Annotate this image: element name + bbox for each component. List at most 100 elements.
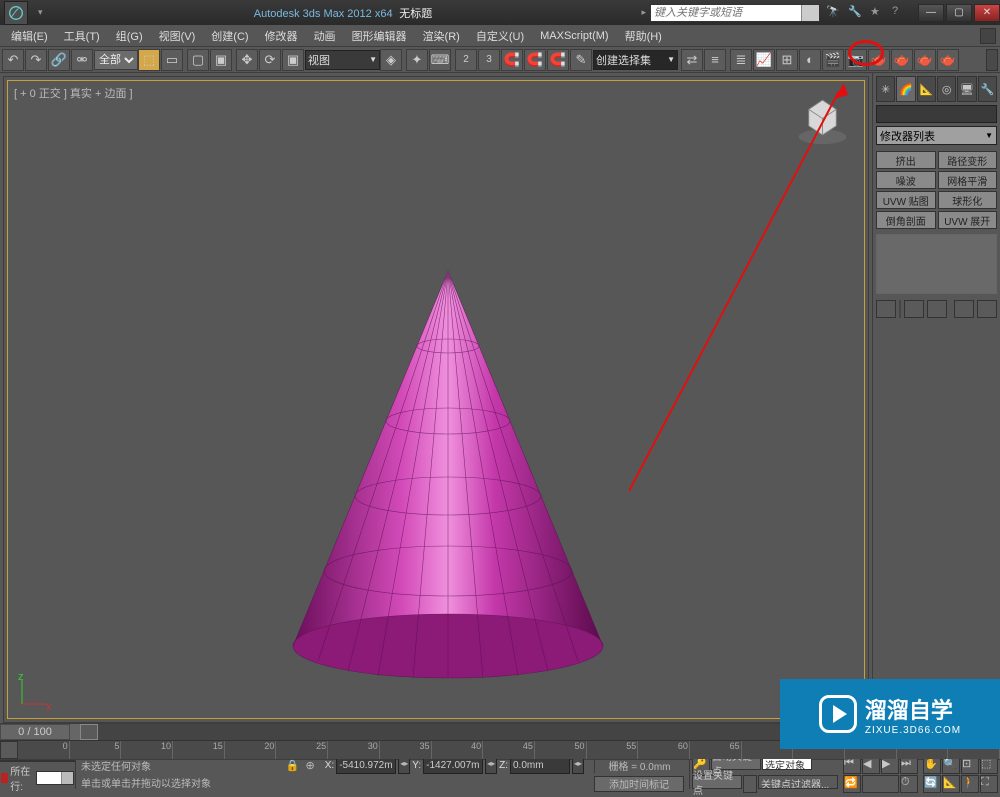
- qat-arrow-icon[interactable]: ▾: [38, 7, 43, 18]
- redo-button[interactable]: ↷: [25, 49, 47, 71]
- material-editor-button[interactable]: ◐: [799, 49, 821, 71]
- trackbar-toggle[interactable]: [0, 741, 18, 759]
- layers-button[interactable]: ≣: [730, 49, 752, 71]
- modifier-stack[interactable]: [876, 234, 997, 294]
- time-config-button[interactable]: ⏱: [900, 775, 918, 793]
- menu-help[interactable]: 帮助(H): [618, 26, 669, 46]
- tab-motion[interactable]: ◎: [937, 76, 956, 102]
- walk-button[interactable]: 🚶: [961, 775, 979, 793]
- coord-z[interactable]: 0.0mm: [510, 758, 570, 774]
- tab-display[interactable]: 🖥: [957, 76, 976, 102]
- coord-y[interactable]: -1427.007m: [423, 758, 483, 774]
- spinner-snap-button[interactable]: 🧲: [547, 49, 569, 71]
- undo-button[interactable]: ↶: [2, 49, 24, 71]
- menu-modifiers[interactable]: 修改器: [258, 26, 305, 46]
- menu-render[interactable]: 渲染(R): [416, 26, 467, 46]
- render-setup-button[interactable]: 🎬: [822, 49, 844, 71]
- isolate-icon[interactable]: ⊕: [306, 759, 315, 772]
- search-button[interactable]: [801, 5, 819, 21]
- viewport[interactable]: [ + 0 正交 ] 真实 + 边面 ]: [3, 76, 869, 723]
- render-frame-button[interactable]: 📷: [845, 49, 867, 71]
- setkey-button[interactable]: 设置关键点: [692, 775, 742, 789]
- configure-sets-button[interactable]: [977, 300, 997, 318]
- help-icon[interactable]: ?: [892, 5, 908, 21]
- select-by-name-button[interactable]: ▭: [161, 49, 183, 71]
- render-button[interactable]: 🫖: [868, 49, 890, 71]
- curve-editor-button[interactable]: 📈: [753, 49, 775, 71]
- cone-object[interactable]: [278, 266, 618, 696]
- toolbar-overflow[interactable]: [986, 49, 998, 71]
- menu-customize[interactable]: 自定义(U): [469, 26, 531, 46]
- move-button[interactable]: ✥: [236, 49, 258, 71]
- named-sel-set[interactable]: 创建选择集▼: [593, 50, 678, 70]
- menu-view[interactable]: 视图(V): [152, 26, 203, 46]
- modifier-list-dropdown[interactable]: 修改器列表▼: [876, 126, 997, 145]
- viewcube[interactable]: [795, 91, 850, 146]
- menu-animation[interactable]: 动画: [307, 26, 343, 46]
- menu-edit[interactable]: 编辑(E): [4, 26, 55, 46]
- scale-button[interactable]: ▣: [282, 49, 304, 71]
- percent-snap-button[interactable]: 🧲: [524, 49, 546, 71]
- snap-3d-button[interactable]: 3: [478, 49, 500, 71]
- make-unique-button[interactable]: [927, 300, 947, 318]
- mod-spherify[interactable]: 球形化: [938, 191, 998, 209]
- menu-create[interactable]: 创建(C): [204, 26, 255, 46]
- search-input[interactable]: [651, 5, 801, 21]
- key-filters-button[interactable]: 关键点过滤器...: [758, 775, 838, 789]
- pivot-center-button[interactable]: ◈: [380, 49, 402, 71]
- maxtoggle-button[interactable]: ⛶: [980, 775, 998, 793]
- menu-grapheditors[interactable]: 图形编辑器: [345, 26, 414, 46]
- add-time-tag-button[interactable]: 添加时间标记: [594, 776, 684, 792]
- teapot1-button[interactable]: 🫖: [914, 49, 936, 71]
- menu-group[interactable]: 组(G): [109, 26, 150, 46]
- tab-utilities[interactable]: 🔧: [978, 76, 997, 102]
- mod-uvwmap[interactable]: UVW 贴图: [876, 191, 936, 209]
- rect-region-button[interactable]: ▢: [187, 49, 209, 71]
- selection-filter[interactable]: 全部: [94, 50, 138, 70]
- lock-selection-icon[interactable]: 🔒: [286, 759, 300, 772]
- key-mode-button[interactable]: [743, 775, 757, 793]
- close-button[interactable]: ✕: [974, 4, 1000, 22]
- maximize-button[interactable]: ▢: [946, 4, 972, 22]
- minimize-button[interactable]: —: [918, 4, 944, 22]
- snap-2d-button[interactable]: 2: [455, 49, 477, 71]
- orbit-button[interactable]: 🔄: [923, 775, 941, 793]
- show-end-result-button[interactable]: [904, 300, 924, 318]
- align-button[interactable]: ≡: [704, 49, 726, 71]
- window-crossing-button[interactable]: ▣: [210, 49, 232, 71]
- object-name-field[interactable]: [876, 105, 997, 123]
- teapot2-button[interactable]: 🫖: [937, 49, 959, 71]
- star-icon[interactable]: ★: [870, 5, 886, 21]
- current-frame-field[interactable]: [862, 775, 899, 793]
- mod-extrude[interactable]: 挤出: [876, 151, 936, 169]
- remove-modifier-button[interactable]: [954, 300, 974, 318]
- unlink-button[interactable]: ⚮: [71, 49, 93, 71]
- mirror-button[interactable]: ⇄: [681, 49, 703, 71]
- manipulate-button[interactable]: ✦: [406, 49, 428, 71]
- schematic-view-button[interactable]: ⊞: [776, 49, 798, 71]
- keyboard-shortcut-button[interactable]: ⌨: [429, 49, 451, 71]
- loop-button[interactable]: 🔁: [843, 775, 861, 793]
- mod-uvwunwrap[interactable]: UVW 展开: [938, 211, 998, 229]
- viewport-label[interactable]: [ + 0 正交 ] 真实 + 边面 ]: [14, 85, 133, 101]
- app-logo[interactable]: [4, 1, 28, 25]
- search-box[interactable]: [650, 4, 820, 22]
- edit-named-sel-button[interactable]: ✎: [570, 49, 592, 71]
- record-icon[interactable]: [1, 773, 8, 783]
- tab-modify[interactable]: 🌈: [896, 76, 915, 102]
- time-slider-handle[interactable]: 0 / 100: [0, 724, 80, 740]
- pin-stack-button[interactable]: [876, 300, 896, 318]
- menu-maxscript[interactable]: MAXScript(M): [533, 28, 615, 44]
- link-button[interactable]: 🔗: [48, 49, 70, 71]
- tab-hierarchy[interactable]: 📐: [917, 76, 936, 102]
- coord-x[interactable]: -5410.972m: [336, 758, 396, 774]
- mod-pathdeform[interactable]: 路径变形: [938, 151, 998, 169]
- select-object-button[interactable]: ⬚: [138, 49, 160, 71]
- mod-meshsmooth[interactable]: 网格平滑: [938, 171, 998, 189]
- rotate-button[interactable]: ⟳: [259, 49, 281, 71]
- mod-noise[interactable]: 噪波: [876, 171, 936, 189]
- row-combo[interactable]: [36, 771, 74, 785]
- angle-snap-button[interactable]: 🧲: [501, 49, 523, 71]
- fov-button[interactable]: 📐: [942, 775, 960, 793]
- tab-create[interactable]: ✳: [876, 76, 895, 102]
